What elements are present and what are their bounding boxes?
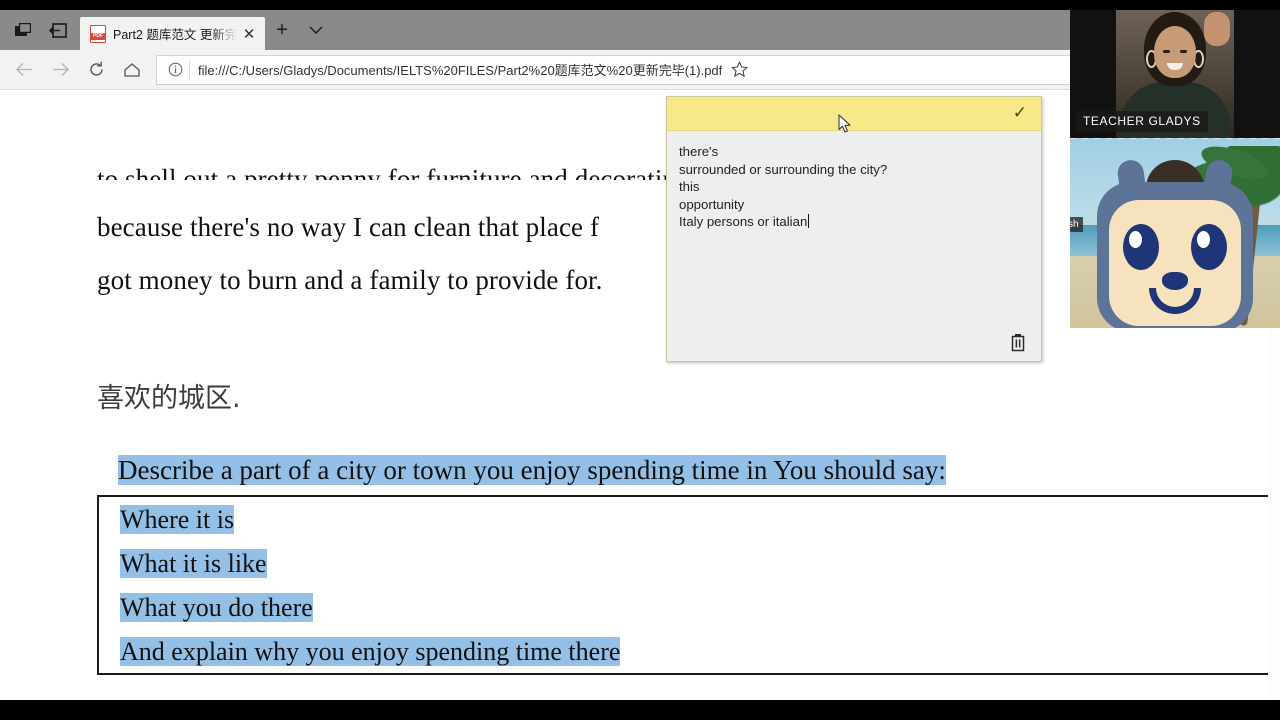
video-tile-student[interactable]: sh — [1070, 138, 1280, 328]
screen-bottom-bar — [0, 700, 1280, 720]
chevron-down-icon[interactable] — [299, 13, 333, 47]
note-line-active: Italy persons or italian — [679, 213, 1027, 231]
mascot-face — [1109, 200, 1241, 326]
browser-tab[interactable]: Part2 题库范文 更新完毕 ✕ — [80, 17, 265, 50]
prompt-bullet-4-text: And explain why you enjoy spending time … — [120, 637, 621, 666]
prompt-bullet-1-text: Where it is — [120, 505, 235, 534]
checkmark-icon[interactable]: ✓ — [1013, 105, 1027, 122]
address-separator — [189, 60, 190, 79]
teacher-face — [1154, 26, 1196, 78]
prompt-bullet-3-text: What you do there — [120, 593, 313, 622]
mascot-ear-left — [1116, 158, 1148, 206]
prompt-title: Describe a part of a city or town you en… — [118, 455, 946, 485]
home-button[interactable] — [114, 54, 150, 86]
prompt-bullet-box: Where it is What it is like What you do … — [97, 495, 1280, 675]
prompt-bullet-2-text: What it is like — [120, 549, 267, 578]
pdf-note-popup[interactable]: ✓ there's surrounded or surrounding the … — [666, 96, 1042, 362]
forward-button[interactable] — [42, 54, 78, 86]
favorites-star-icon[interactable] — [722, 55, 756, 85]
pdf-icon — [90, 24, 106, 43]
prompt-title-row: Describe a part of a city or town you en… — [118, 454, 946, 487]
eye-left — [1163, 50, 1170, 53]
mouse-cursor — [838, 114, 852, 134]
screen: Part2 题库范文 更新完毕 ✕ + — [0, 0, 1280, 720]
prompt-bullet-2: What it is like — [120, 549, 267, 579]
note-line: this — [679, 179, 700, 194]
text-caret — [808, 214, 810, 228]
doc-chinese-note: 喜欢的城区. — [97, 383, 241, 414]
note-line-text: Italy persons or italian — [679, 214, 808, 229]
video-tile-label-student: sh — [1070, 217, 1083, 232]
doc-text-line-2: because there's no way I can clean that … — [97, 212, 600, 242]
mouth — [1167, 63, 1183, 70]
url-text[interactable]: file:///C:/Users/Gladys/Documents/IELTS%… — [198, 60, 722, 79]
back-button[interactable] — [6, 54, 42, 86]
video-call-overlay: TEACHER GLADYS sh — [1070, 10, 1280, 328]
prompt-bullet-3: What you do there — [120, 593, 313, 623]
mascot-avatar-icon — [1097, 158, 1253, 328]
video-tile-teacher[interactable]: TEACHER GLADYS — [1070, 10, 1280, 138]
tab-title: Part2 题库范文 更新完毕 — [113, 28, 237, 42]
set-tabs-aside-icon[interactable] — [40, 13, 74, 47]
close-icon[interactable]: ✕ — [237, 22, 261, 46]
mascot-eye-left — [1123, 224, 1159, 270]
eye-right — [1180, 50, 1187, 53]
trash-icon[interactable] — [1009, 332, 1027, 352]
site-info-icon[interactable] — [163, 59, 187, 81]
note-line: opportunity — [679, 196, 745, 212]
note-line: surrounded or surrounding the city? — [679, 161, 888, 177]
new-tab-button[interactable]: + — [265, 13, 299, 47]
tab-strip-right-controls: + — [265, 10, 333, 50]
screen-top-bar — [0, 0, 1280, 10]
tab-preview-icon[interactable] — [6, 13, 40, 47]
prompt-bullet-1: Where it is — [120, 505, 235, 535]
doc-text-line-3: got money to burn and a family to provid… — [97, 265, 603, 295]
prompt-bullet-4: And explain why you enjoy spending time … — [120, 637, 621, 667]
note-popup-body[interactable]: there's surrounded or surrounding the ci… — [667, 131, 1041, 361]
note-line: there's — [679, 144, 719, 159]
video-tile-label-teacher: TEACHER GLADYS — [1076, 111, 1208, 132]
refresh-button[interactable] — [78, 54, 114, 86]
mascot-mouth — [1149, 288, 1201, 314]
tab-strip-left-controls — [0, 10, 80, 50]
note-popup-header: ✓ — [667, 97, 1041, 131]
teacher-hand — [1204, 12, 1230, 46]
student-webcam-image — [1070, 138, 1280, 328]
video-tiles-divider — [1070, 138, 1280, 139]
mascot-eye-right — [1191, 224, 1227, 270]
